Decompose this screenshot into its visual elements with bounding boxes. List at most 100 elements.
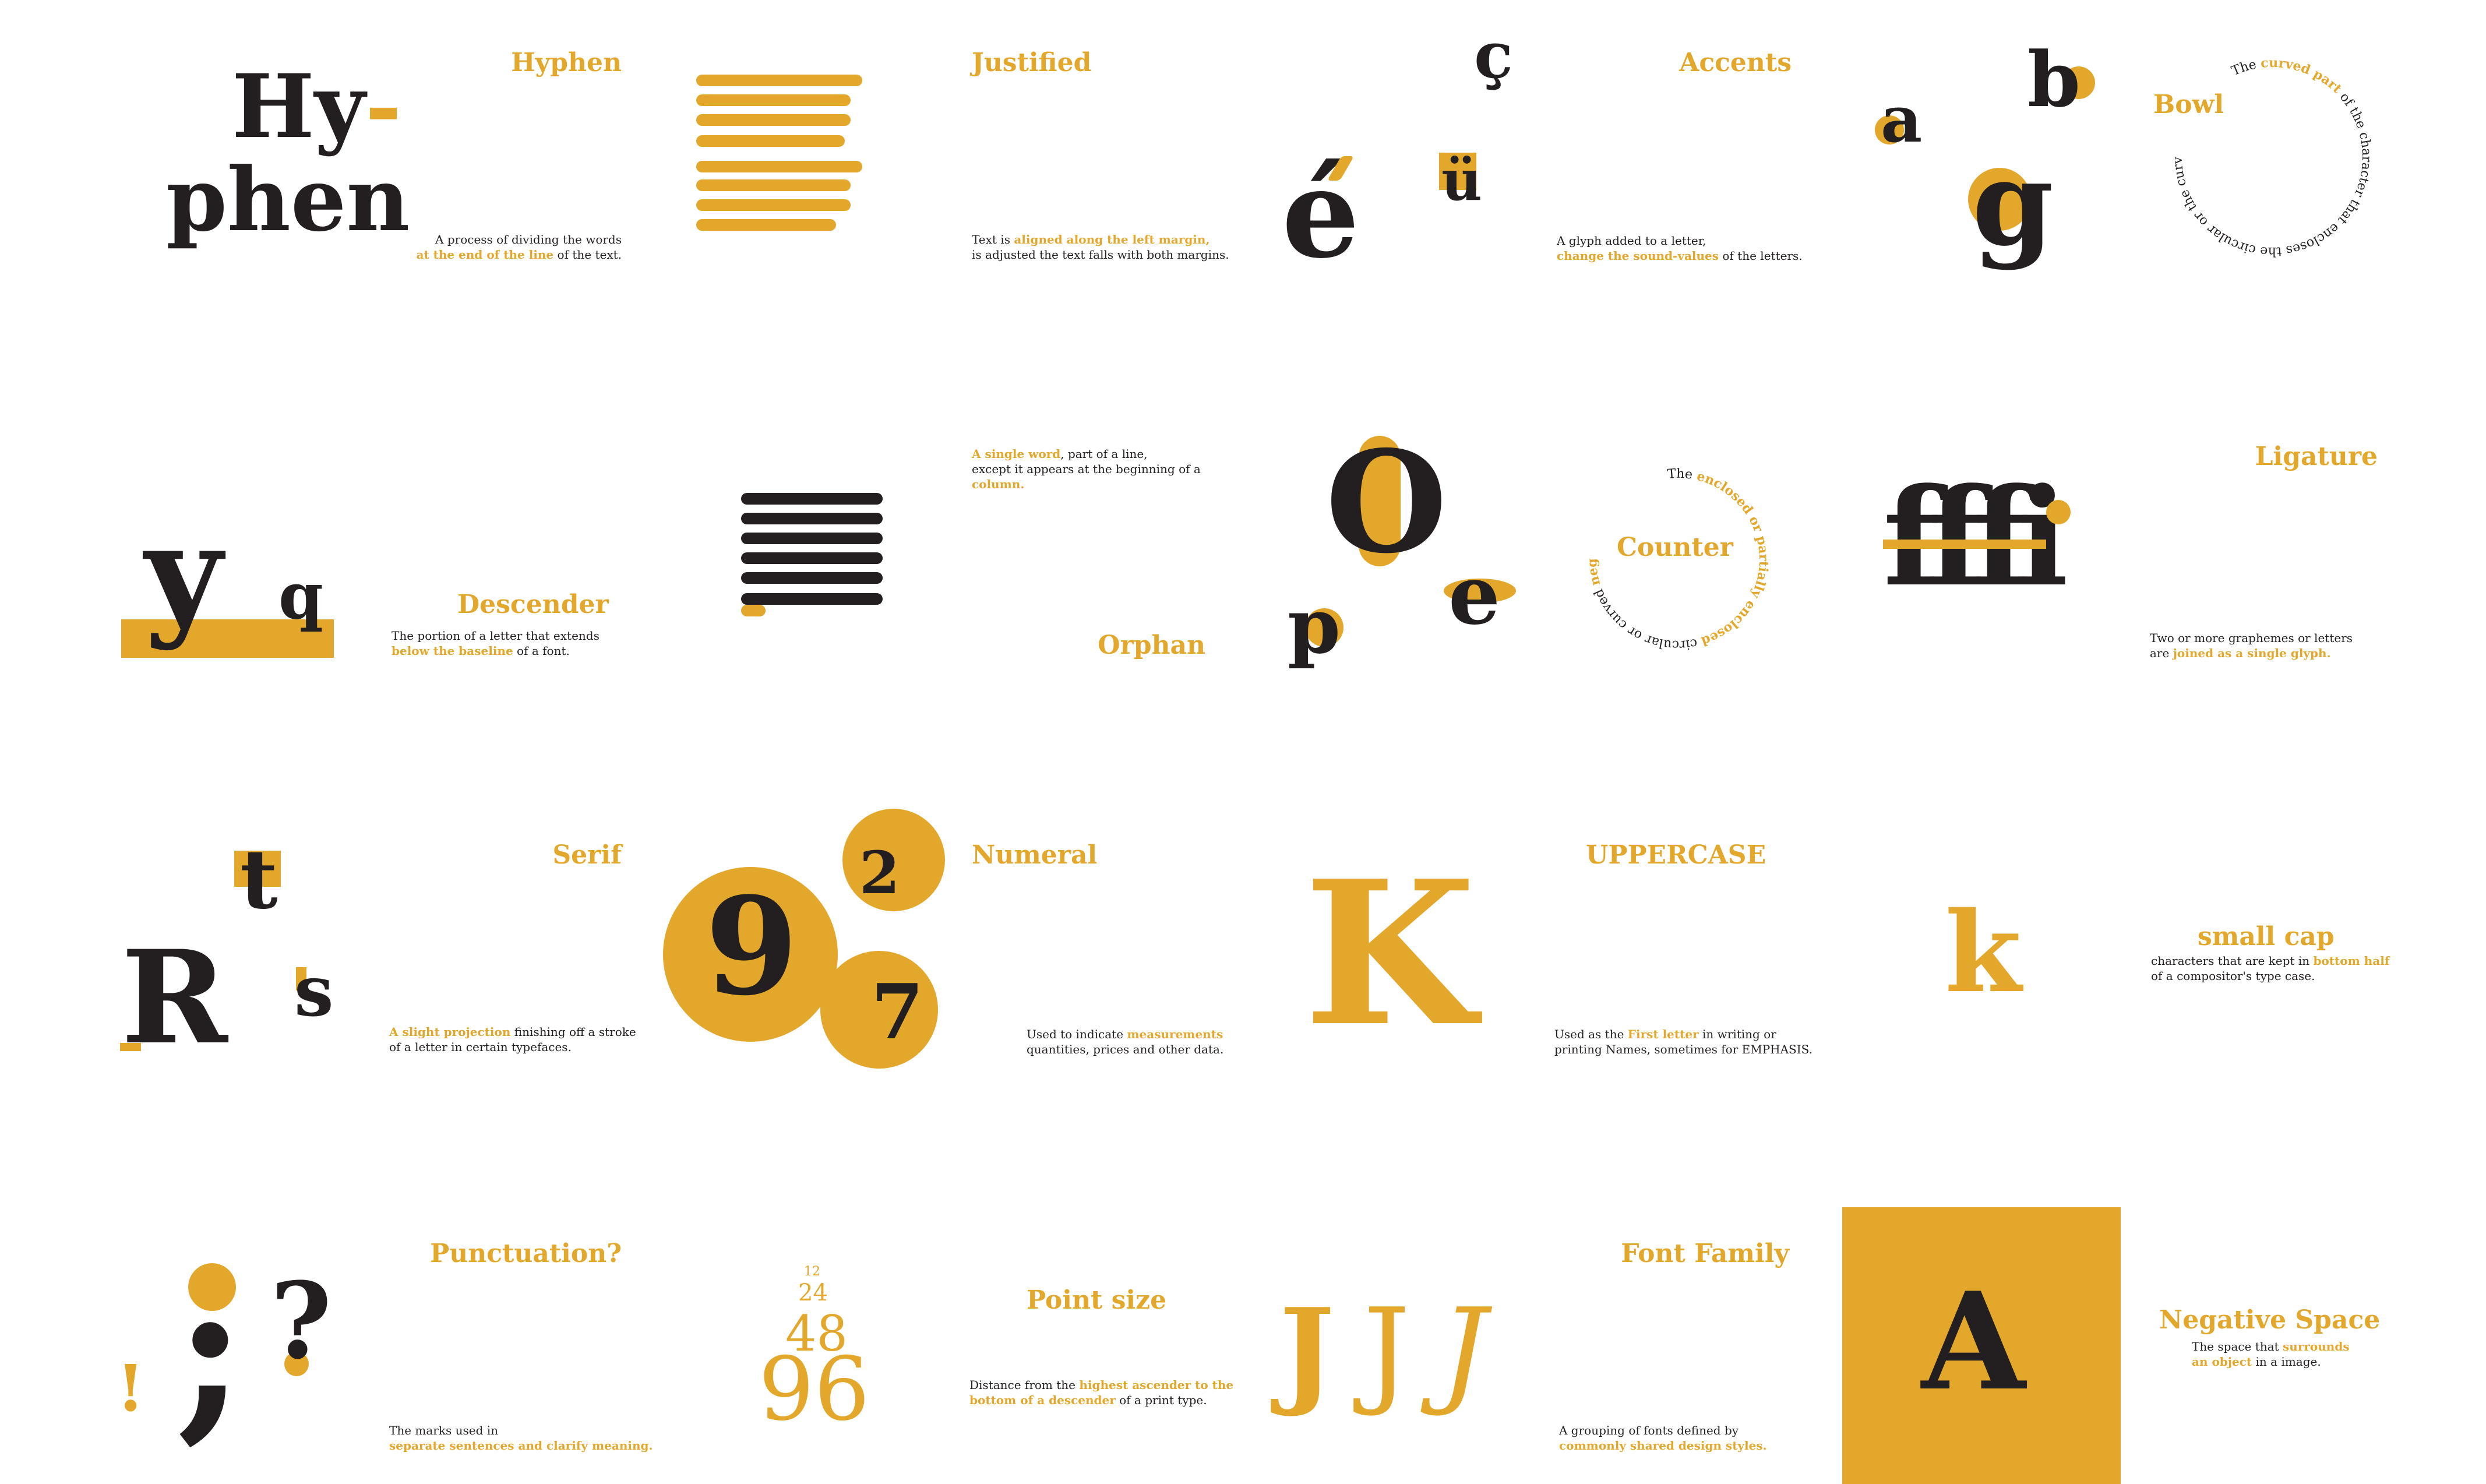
justified-desc-pre: Text is [972, 232, 1014, 246]
hyphen-desc: A process of dividing the words at the e… [416, 232, 622, 262]
uppercase-desc: Used as the First letter in writing or p… [1554, 1027, 1813, 1057]
justified-line [696, 135, 845, 147]
pointsize-desc-tail: of a print type. [1115, 1393, 1207, 1407]
justified-desc-line2: is adjusted the text falls with both mar… [972, 248, 1229, 262]
smallcap-desc-line2: of a compositor's type case. [2151, 969, 2315, 983]
hyphen-glyph-line2: phen [166, 149, 410, 251]
descender-title: Descender [457, 590, 609, 619]
pointsize-12: 12 [804, 1264, 820, 1279]
accents-desc-line1: A glyph added to a letter, [1557, 234, 1706, 248]
fontfamily-glyph-J1: J [1279, 1283, 1335, 1420]
negativespace-desc: The space that surrounds an object in a … [2192, 1339, 2350, 1369]
punctuation-glyph-semicolon: ; [175, 1236, 246, 1462]
accents-desc-highlight: change the sound-values [1557, 249, 1719, 263]
justified-title: Justified [972, 48, 1092, 77]
bowl-glyph-a: a [1881, 82, 1923, 157]
orphan-line [741, 552, 883, 564]
fontfamily-title: Font Family [1621, 1239, 1789, 1268]
numeral-desc-highlight: measurements [1127, 1027, 1223, 1041]
fontfamily-desc-highlight: commonly shared design styles. [1559, 1439, 1767, 1453]
uppercase-title: UPPERCASE [1586, 840, 1766, 870]
orphan-line [741, 572, 883, 584]
descender-desc-tail: of a font. [513, 644, 570, 658]
counter-glyph-O: O [1325, 420, 1448, 584]
ligature-title: Ligature [2255, 442, 2378, 471]
punctuation-desc: The marks used in separate sentences and… [389, 1423, 653, 1453]
orphan-desc-highlight1: A single word [972, 447, 1061, 461]
hyphen-title: Hyphen [511, 48, 622, 77]
justified-line [696, 75, 862, 86]
orphan-desc: A single word, part of a line, except it… [972, 446, 1201, 492]
pointsize-desc: Distance from the highest ascender to th… [969, 1377, 1233, 1408]
negativespace-title: Negative Space [2159, 1305, 2381, 1335]
serif-desc-line1-tail: finishing off a stroke [510, 1025, 636, 1039]
orphan-desc-line2: except it appears at the beginning of a [972, 462, 1201, 476]
smallcap-desc-pre: characters that are kept in [2151, 954, 2314, 968]
serif-title: Serif [552, 840, 622, 870]
numeral-title: Numeral [972, 840, 1098, 870]
serif-desc-highlight: A slight projection [389, 1025, 511, 1039]
counter-circle-text: The enclosed or partially enclosed circu… [1579, 460, 1771, 652]
uppercase-desc-highlight: First letter [1627, 1027, 1699, 1041]
hyphen-desc-highlight: at the end of the line [416, 248, 554, 262]
fontfamily-desc: A grouping of fonts defined by commonly … [1559, 1423, 1767, 1453]
fontfamily-desc-line1: A grouping of fonts defined by [1559, 1423, 1739, 1437]
orphan-word-mark [741, 605, 766, 616]
uppercase-desc-tail: in writing or [1698, 1027, 1776, 1041]
uppercase-glyph-K: K [1304, 838, 1476, 1070]
pointsize-title: Point size [1027, 1285, 1167, 1315]
svg-text:The enclosed or partially encl: The enclosed or partially enclosed circu… [1579, 460, 1771, 652]
serif-glyph-s: s [294, 950, 334, 1032]
justified-line [696, 179, 851, 191]
bowl-circle-text: The curved part of the character that en… [2161, 47, 2374, 259]
descender-glyph-y: y [144, 495, 223, 653]
punctuation-glyph-question: ? [270, 1260, 332, 1383]
orphan-line [741, 513, 883, 524]
serif-desc-line2: of a letter in certain typefaces. [389, 1040, 572, 1054]
ligature-terminal-mark [2046, 500, 2071, 524]
orphan-desc-line1-tail: , part of a line, [1060, 447, 1148, 461]
justified-line [696, 199, 851, 211]
numeral-desc-line2: quantities, prices and other data. [1027, 1042, 1224, 1056]
descender-desc: The portion of a letter that extends bel… [392, 628, 600, 658]
bowl-glyph-b: b [2027, 35, 2081, 124]
accents-desc-tail: of the letters. [1719, 249, 1803, 263]
punctuation-desc-highlight: separate sentences and clarify meaning. [389, 1439, 653, 1453]
accents-desc: A glyph added to a letter, change the so… [1557, 233, 1803, 263]
justified-line [696, 114, 851, 126]
punctuation-glyph-excl: ! [117, 1351, 145, 1426]
negativespace-desc-tail: in a image. [2252, 1355, 2321, 1369]
descender-desc-line1: The portion of a letter that extends [392, 629, 600, 643]
descender-glyph-q: q [278, 558, 323, 633]
negativespace-desc-highlight2: an object [2192, 1355, 2252, 1369]
justified-line [696, 219, 836, 231]
hyphen-glyph-mark: - [365, 55, 402, 158]
uppercase-desc-pre: Used as the [1554, 1027, 1628, 1041]
counter-glyph-p: p [1288, 581, 1341, 671]
orphan-line [741, 593, 883, 605]
svg-text:The curved part of the charact: The curved part of the character that en… [2161, 47, 2374, 259]
numeral-desc-pre: Used to indicate [1027, 1027, 1127, 1041]
accents-glyph-e: é [1282, 142, 1360, 285]
accents-title: Accents [1679, 48, 1792, 77]
serif-glyph-R: R [121, 922, 228, 1073]
smallcap-title: small cap [2198, 922, 2335, 951]
justified-desc: Text is aligned along the left margin, i… [972, 232, 1229, 262]
accents-glyph-c: ç [1474, 17, 1513, 93]
numeral-glyph-7: 7 [871, 967, 924, 1056]
uppercase-desc-line2: printing Names, sometimes for EMPHASIS. [1554, 1042, 1813, 1056]
accents-glyph-u: ü [1441, 147, 1482, 213]
pointsize-desc-highlight2: bottom of a descender [969, 1393, 1116, 1407]
serif-desc: A slight projection finishing off a stro… [389, 1024, 636, 1055]
hyphen-desc-tail: of the text. [553, 248, 622, 262]
ligature-desc-line1: Two or more graphemes or letters [2150, 631, 2353, 645]
smallcap-glyph-k: k [1945, 887, 2022, 1017]
pointsize-desc-pre: Distance from the [969, 1378, 1080, 1392]
justified-desc-highlight: aligned along the left margin, [1014, 232, 1210, 246]
hyphen-glyph-line1: Hy- [232, 63, 401, 150]
descender-desc-highlight: below the baseline [392, 644, 513, 658]
smallcap-desc-highlight: bottom half [2313, 954, 2390, 968]
bowl-glyph-g: g [1972, 135, 2054, 272]
punctuation-title: Punctuation? [430, 1239, 622, 1268]
orphan-desc-highlight2: column. [972, 477, 1025, 491]
